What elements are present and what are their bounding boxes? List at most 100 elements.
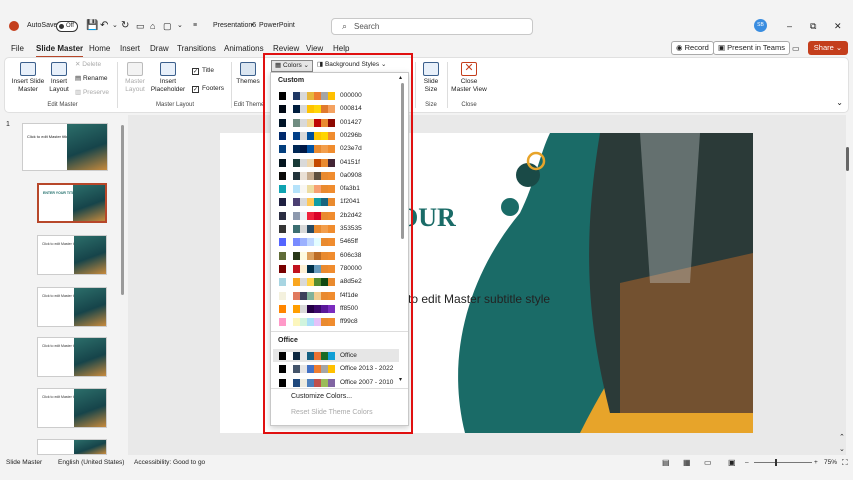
tab-slide-master[interactable]: Slide Master (36, 43, 84, 58)
redo-icon[interactable]: ↻ (121, 20, 129, 32)
zoom-out-button[interactable]: – (745, 458, 749, 467)
layout-icon (51, 62, 67, 76)
presentation-icon[interactable]: ▭ (136, 20, 145, 32)
normal-view-icon[interactable]: ▤ (662, 458, 670, 467)
undo-dropdown-icon[interactable]: ⌄ (112, 20, 118, 32)
thumbnail-pane: 1 Click to edit Master title style ENTER… (0, 115, 128, 455)
thumbnail-scrollbar[interactable] (121, 125, 124, 295)
app-name: PowerPoint (259, 22, 295, 29)
presenter-view-icon[interactable]: ▣ (728, 458, 736, 467)
tab-file[interactable]: File (11, 43, 24, 55)
ribbon-divider (415, 62, 416, 108)
zoom-in-button[interactable]: + (814, 458, 818, 467)
title-checkbox[interactable]: ✓ Title (192, 66, 214, 76)
new-slide-icon[interactable]: ▢ (163, 20, 172, 32)
ribbon: Insert Slide Master Insert Layout ✕ Dele… (4, 57, 849, 113)
share-button[interactable]: Share ⌄ (808, 41, 848, 55)
zoom-slider[interactable] (754, 459, 812, 466)
present-in-teams-button[interactable]: ▣ Present in Teams (713, 41, 790, 55)
minimize-icon[interactable]: – (787, 20, 792, 32)
status-accessibility[interactable]: Accessibility: Good to go (134, 458, 205, 467)
collapse-ribbon-icon[interactable]: ⌄ (836, 98, 843, 107)
tab-animations[interactable]: Animations (224, 43, 264, 55)
master-layout-label: Master Layout (125, 78, 145, 93)
slide-sorter-icon[interactable]: ▦ (683, 458, 691, 467)
footers-check-icon: ✓ (192, 86, 199, 93)
master-layout-button[interactable]: Master Layout (121, 62, 149, 94)
footers-checkbox[interactable]: ✓ Footers (192, 84, 224, 94)
layout-thumbnail-image (74, 338, 106, 376)
insert-slide-master-button[interactable]: Insert Slide Master (10, 62, 46, 94)
reading-view-icon[interactable]: ▭ (704, 458, 712, 467)
size-group-label: Size (425, 102, 437, 108)
close-master-icon: ✕ (461, 62, 477, 76)
insert-placeholder-button[interactable]: Insert Placeholder (148, 62, 188, 94)
present-label: Present in Teams (727, 43, 785, 52)
qat-more-icon[interactable]: ≡ (193, 20, 197, 32)
record-button[interactable]: ◉ Record (671, 41, 714, 55)
slide-size-icon (423, 62, 439, 76)
title-check-label: Title (202, 67, 215, 74)
tab-insert[interactable]: Insert (120, 43, 140, 55)
undo-icon[interactable]: ↶ (100, 20, 108, 32)
save-icon[interactable]: 💾 (86, 20, 98, 32)
scroll-down-icon[interactable]: ⌄ (839, 445, 845, 453)
canvas-scrollbar[interactable] (846, 147, 849, 171)
scroll-up-icon[interactable]: ⌃ (839, 433, 845, 441)
preserve-button[interactable]: ▥ Preserve (75, 88, 109, 98)
layout-thumbnail[interactable]: Click to edit Master title style (37, 235, 107, 275)
teams-icon: ▣ (718, 43, 728, 52)
slide-size-label: Slide Size (423, 78, 439, 93)
status-view: Slide Master (6, 459, 43, 466)
layout-thumbnail[interactable]: Click to edit Master title style (37, 337, 107, 377)
record-label: Record (684, 43, 709, 52)
tab-home[interactable]: Home (89, 43, 110, 55)
powerpoint-window: AutoSave Off 💾 ↶ ⌄ ↻ ▭ ⌂ ▢ ⌄ ≡ Presentat… (0, 0, 853, 480)
search-icon: ⌕ (342, 21, 348, 31)
layout-thumbnail-title: ENTER YOUR TITLE (43, 191, 77, 195)
user-avatar[interactable]: SB (754, 19, 767, 32)
preserve-label: Preserve (82, 89, 109, 96)
zoom-level[interactable]: 75% (824, 458, 837, 467)
close-master-view-label: Close Master View (451, 78, 487, 93)
powerpoint-logo-icon (9, 21, 19, 31)
zoom-slider-thumb[interactable] (775, 459, 777, 466)
layout-thumbnail[interactable]: Click to edit Master title style (37, 287, 107, 327)
slide-size-button[interactable]: Slide Size (419, 62, 443, 94)
dark-circle-decoration (516, 163, 540, 187)
themes-button[interactable]: Themes (235, 62, 261, 86)
tab-draw[interactable]: Draw (150, 43, 169, 55)
master-layout-icon (127, 62, 143, 76)
restore-icon[interactable]: ⧉ (810, 20, 816, 32)
record-icon: ◉ (676, 43, 685, 52)
tab-transitions[interactable]: Transitions (177, 43, 216, 55)
share-label: Share (813, 43, 834, 52)
rename-button[interactable]: ▤ Rename (75, 74, 108, 84)
layout-thumbnail-image (74, 288, 106, 326)
layout-thumbnail-image (74, 236, 106, 274)
format-painter-icon[interactable]: ⌂ (150, 20, 155, 32)
layout-thumbnail[interactable] (37, 439, 107, 455)
master-layout-group-label: Master Layout (155, 102, 195, 108)
slide-master-icon (20, 62, 36, 76)
insert-layout-button[interactable]: Insert Layout (46, 62, 72, 94)
layout-thumbnail[interactable]: ENTER YOUR TITLE (37, 183, 107, 223)
close-master-view-button[interactable]: ✕ Close Master View (451, 62, 487, 94)
share-chevron-icon: ⌄ (833, 43, 843, 52)
master-thumbnail-image (67, 124, 107, 170)
master-subtitle-fragment: to edit Master subtitle style (408, 292, 550, 306)
autosave-toggle[interactable]: Off (56, 21, 78, 32)
slide-master-thumbnail[interactable]: Click to edit Master title style (22, 123, 108, 171)
status-language[interactable]: English (United States) (58, 458, 124, 467)
layout-thumbnail-image (73, 185, 105, 221)
fit-slide-icon[interactable]: ⛶ (842, 458, 848, 467)
close-icon[interactable]: ✕ (834, 20, 842, 32)
delete-button[interactable]: ✕ Delete (75, 60, 101, 70)
layout-thumbnail-image (74, 389, 106, 427)
comments-icon[interactable]: ▭ (792, 43, 800, 55)
delete-label: Delete (82, 61, 102, 68)
edit-theme-group-label: Edit Theme (233, 102, 265, 108)
layout-thumbnail[interactable]: Click to edit Master title style (37, 388, 107, 428)
customize-toolbar-icon[interactable]: ⌄ (177, 20, 183, 32)
search-box[interactable]: ⌕ Search (331, 18, 533, 35)
